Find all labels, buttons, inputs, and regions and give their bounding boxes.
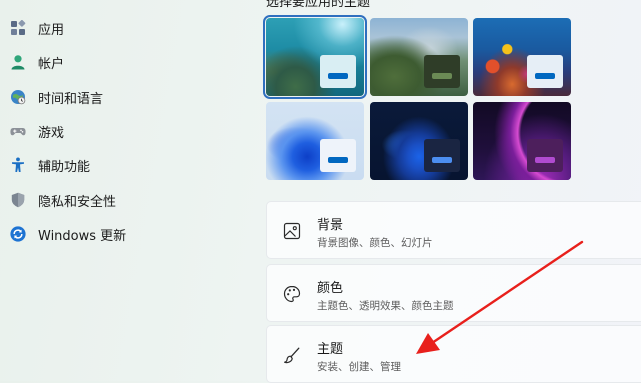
card-title: 主题 — [317, 342, 344, 357]
sidebar-item-label: 游戏 — [38, 125, 65, 141]
sidebar-item-label: 应用 — [38, 22, 65, 38]
palette-icon — [283, 285, 301, 303]
account-icon — [10, 54, 26, 70]
privacy-shield-icon — [10, 192, 26, 208]
theme-thumbnail-coral-reef[interactable] — [473, 18, 571, 96]
theme-thumbnail-underwater[interactable] — [263, 15, 367, 99]
theme-window-preview — [320, 139, 356, 172]
theme-window-preview — [424, 55, 460, 88]
settings-card-background[interactable]: 背景 背景图像、颜色、幻灯片 — [266, 201, 641, 259]
card-description: 背景图像、颜色、幻灯片 — [317, 237, 433, 249]
theme-accent-swatch — [432, 157, 452, 163]
sidebar-item-accounts[interactable]: 帐户 — [6, 47, 228, 77]
card-title: 颜色 — [317, 281, 344, 296]
card-description: 安装、创建、管理 — [317, 361, 401, 373]
sidebar-item-label: 时间和语言 — [38, 91, 104, 107]
themes-section-heading: 选择要应用的主题 — [266, 0, 371, 10]
sidebar-item-label: 隐私和安全性 — [38, 194, 117, 210]
sidebar-item-label: 辅助功能 — [38, 159, 91, 175]
gaming-icon — [10, 123, 26, 139]
theme-accent-swatch — [432, 73, 452, 79]
settings-card-colors[interactable]: 颜色 主题色、透明效果、颜色主题 — [266, 264, 641, 322]
sidebar-item-windows-update[interactable]: Windows 更新 — [6, 219, 228, 249]
time-language-icon — [10, 89, 26, 105]
theme-accent-swatch — [328, 157, 348, 163]
theme-thumbnail-glow[interactable] — [473, 102, 571, 180]
theme-window-preview — [320, 55, 356, 88]
brush-icon — [283, 346, 301, 364]
sidebar-item-privacy-security[interactable]: 隐私和安全性 — [6, 185, 228, 215]
theme-thumbnail-mountain-lake[interactable] — [370, 18, 468, 96]
sidebar-item-apps[interactable]: 应用 — [6, 13, 228, 43]
settings-card-themes[interactable]: 主题 安装、创建、管理 — [266, 325, 641, 383]
sidebar-item-time-language[interactable]: 时间和语言 — [6, 82, 228, 112]
theme-accent-swatch — [535, 157, 555, 163]
theme-accent-swatch — [328, 73, 348, 79]
theme-accent-swatch — [535, 73, 555, 79]
theme-thumbnail-bloom-dark[interactable] — [370, 102, 468, 180]
sidebar-item-label: 帐户 — [38, 56, 65, 72]
theme-window-preview — [424, 139, 460, 172]
sidebar-item-gaming[interactable]: 游戏 — [6, 116, 228, 146]
image-icon — [283, 222, 301, 240]
apps-icon — [10, 20, 26, 36]
windows-update-icon — [10, 226, 26, 242]
theme-thumbnail-bloom-light[interactable] — [266, 102, 364, 180]
accessibility-icon — [10, 157, 26, 173]
theme-window-preview — [527, 55, 563, 88]
theme-window-preview — [527, 139, 563, 172]
sidebar-nav: 应用 帐户 时间和语言 游戏 辅助功能 隐私和安全性 Windows 更新 — [0, 0, 232, 381]
sidebar-item-accessibility[interactable]: 辅助功能 — [6, 150, 228, 180]
sidebar-item-label: Windows 更新 — [38, 228, 127, 244]
card-title: 背景 — [317, 218, 344, 233]
card-description: 主题色、透明效果、颜色主题 — [317, 300, 454, 312]
